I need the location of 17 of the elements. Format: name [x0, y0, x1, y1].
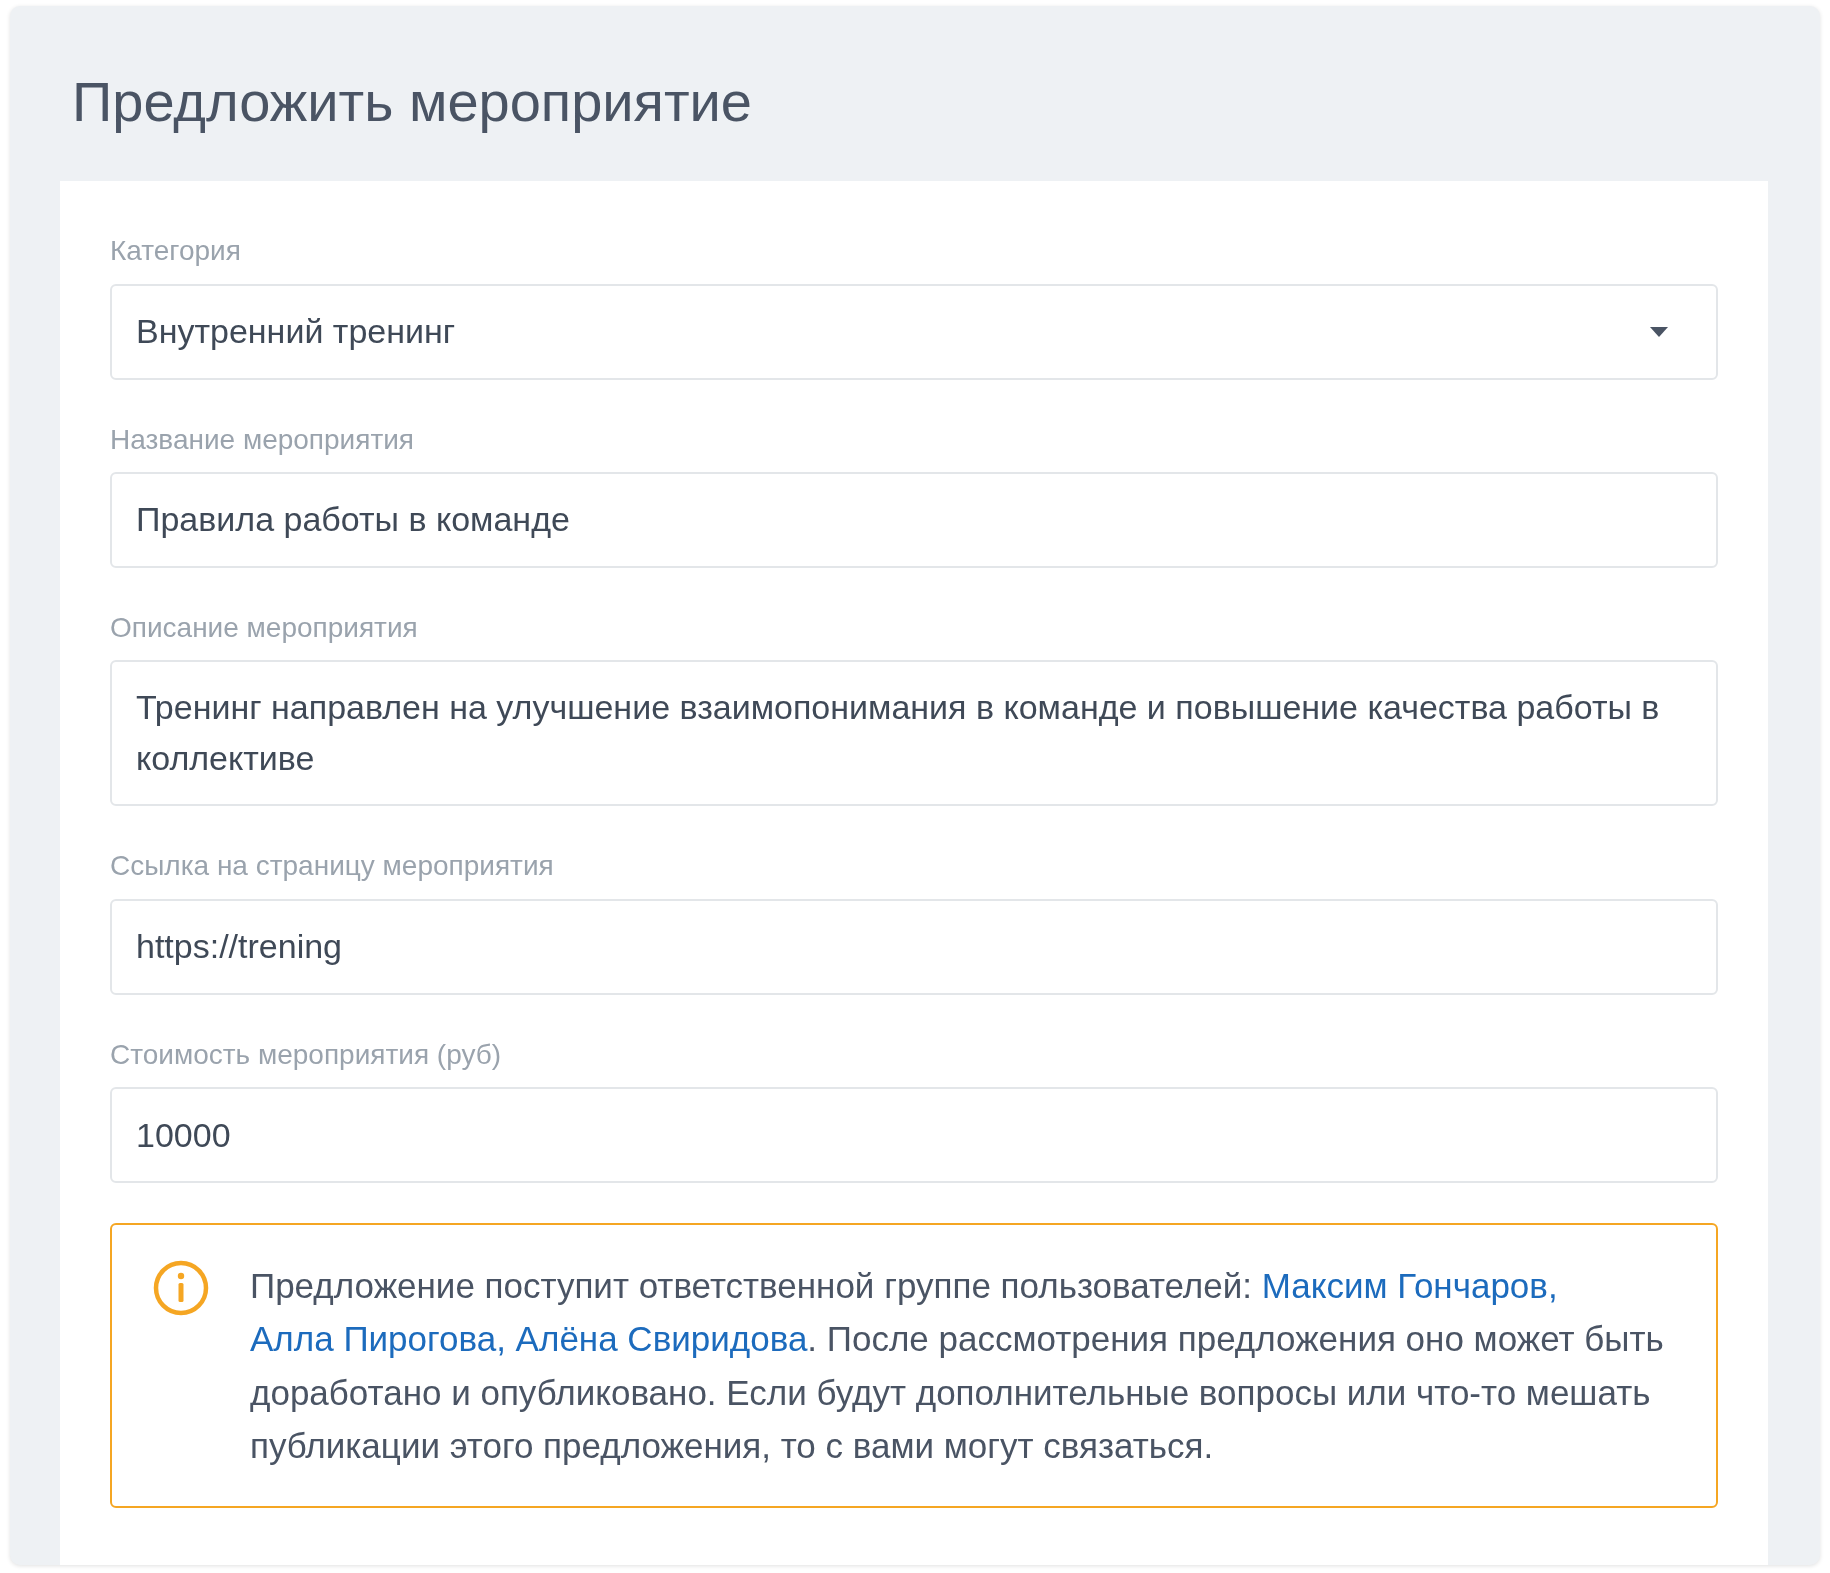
input-field[interactable]: https://trening [110, 898, 1718, 995]
field-label: Название мероприятия [110, 422, 415, 457]
field-label: Стоимость мероприятия (руб) [110, 1037, 502, 1072]
info-icon [152, 1259, 210, 1318]
field-label: Ссылка на страницу мероприятия [110, 849, 554, 884]
notice-text: Предложение поступит ответственной группе пользователей: Максим Гончаров, Алла Пирогова, Алёна Свиридова. После рассмотрения предложения оно может быть доработано и опубликовано. Если будут дополнительные вопросы или что-то мешать публикации этого предложения, то с вами могут связаться. [250, 1265, 1665, 1467]
user-link[interactable]: Алёна Свиридова [515, 1319, 808, 1359]
input-field[interactable]: 10000 [110, 1087, 1718, 1184]
caret-icon [1650, 326, 1668, 337]
field-label: Описание мероприятия [110, 610, 418, 645]
input-field[interactable]: Правила работы в команде [110, 471, 1718, 568]
category-dropdown[interactable]: Внутренний тренинг [110, 283, 1718, 380]
field-label: Категория [110, 234, 241, 269]
input-field[interactable]: Тренинг направлен на улучшение взаимопонимания в команде и повышение качества работы в коллективе [110, 660, 1718, 807]
page-title: Предложить мероприятие [72, 69, 752, 135]
user-link[interactable]: Алла Пирогова, [250, 1319, 506, 1359]
user-link[interactable]: Максим Гончаров, [1261, 1266, 1558, 1306]
